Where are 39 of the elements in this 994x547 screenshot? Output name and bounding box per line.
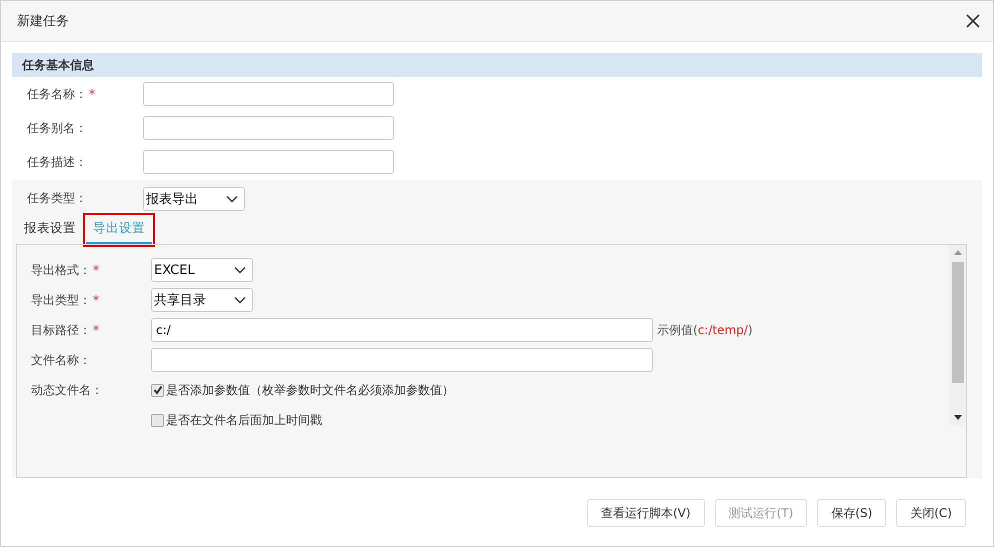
input-field[interactable] xyxy=(143,116,394,140)
field-label: 任务描述： xyxy=(27,154,87,168)
close-icon[interactable] xyxy=(965,13,981,29)
section-header: 任务基本信息 xyxy=(12,53,982,77)
dialog-button[interactable]: 保存(S) xyxy=(817,499,886,527)
input-field[interactable]: c:/ xyxy=(151,318,653,342)
field-label: 任务别名： xyxy=(27,120,87,134)
field-label: 导出类型： xyxy=(31,292,91,306)
chevron-down-icon xyxy=(226,194,238,202)
field-label: 目标路径： xyxy=(31,322,91,336)
select-field[interactable]: EXCEL xyxy=(151,258,253,282)
example-hint: 示例值(c:/temp/) xyxy=(657,322,752,338)
checkbox[interactable] xyxy=(151,414,164,426)
dialog-button[interactable]: 关闭(C) xyxy=(896,499,966,527)
scroll-down-icon[interactable] xyxy=(954,415,962,420)
field-label: 任务类型： xyxy=(27,190,88,207)
scrollbar[interactable] xyxy=(950,245,966,425)
required-mark: * xyxy=(93,292,99,306)
input-field[interactable] xyxy=(143,82,394,106)
chevron-down-icon xyxy=(234,266,246,274)
task-type-select[interactable]: 报表导出 xyxy=(143,186,245,210)
input-field[interactable] xyxy=(143,150,394,174)
checkbox[interactable] xyxy=(151,384,164,396)
chevron-down-icon xyxy=(234,296,246,304)
dialog-button[interactable]: 查看运行脚本(V) xyxy=(586,499,705,527)
scroll-up-icon[interactable] xyxy=(954,250,962,255)
field-label: 文件名称： xyxy=(31,352,91,366)
checkbox-label: 是否在文件名后面加上时间戳 xyxy=(166,412,322,428)
select-field[interactable]: 共享目录 xyxy=(151,288,253,312)
window-title: 新建任务 xyxy=(17,13,69,30)
checkbox-label: 是否添加参数值（枚举参数时文件名必须添加参数值） xyxy=(166,382,454,398)
required-mark: * xyxy=(93,322,99,336)
input-field[interactable] xyxy=(151,348,653,372)
required-mark: * xyxy=(93,262,99,276)
field-label: 动态文件名： xyxy=(31,382,103,396)
field-label: 任务名称： xyxy=(27,86,87,100)
required-mark: * xyxy=(89,86,95,100)
tab[interactable]: 报表设置 xyxy=(22,216,78,244)
field-label: 导出格式： xyxy=(31,262,91,276)
